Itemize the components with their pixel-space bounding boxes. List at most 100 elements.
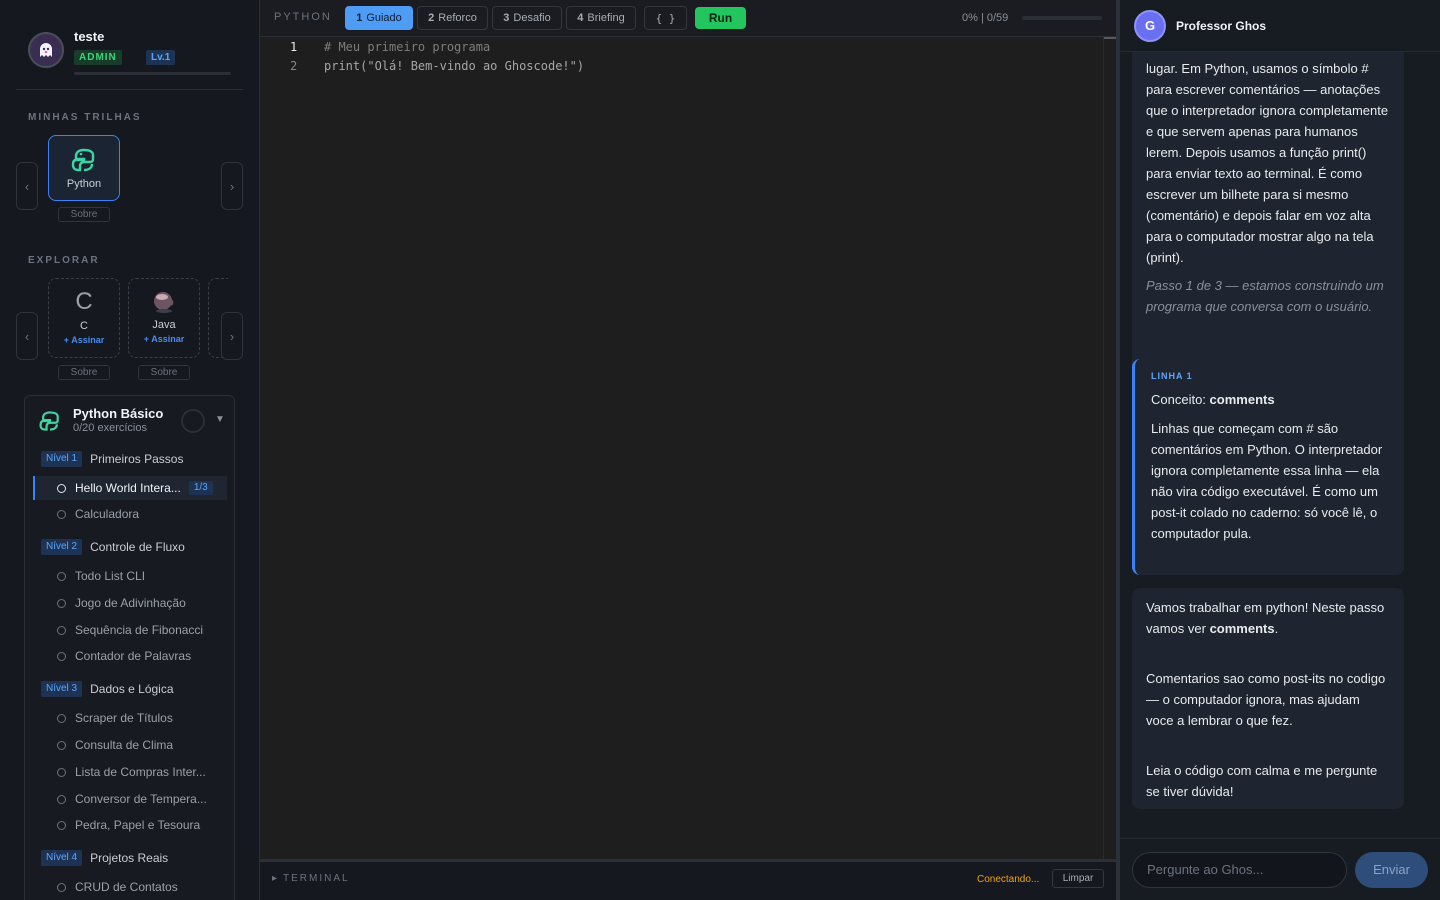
chevron-left-icon: ‹ [24,178,30,194]
editor-toolbar: PYTHON 1 Guiado 2 Reforco 3 Desafio 4 Briefi… [260,0,1116,37]
status-circle-icon [57,767,66,777]
status-circle-icon [57,571,66,581]
chevron-right-icon: › [229,328,235,344]
about-button[interactable]: Sobre [58,365,110,380]
level-name: Dados e Lógica [90,682,174,696]
level-name: Controle de Fluxo [90,540,185,554]
tab-number: 2 [428,12,435,24]
tab-number: 3 [503,12,510,24]
run-button[interactable]: Run [695,7,746,29]
python-track-icon [71,148,95,172]
explore-prev-button[interactable]: ‹ [16,312,38,360]
exercise-label: Pedra, Papel e Tesoura [75,818,201,832]
my-tracks-prev-button[interactable]: ‹ [16,162,38,210]
exercise-item[interactable]: Pedra, Papel e Tesoura [33,813,227,837]
track-card-python[interactable]: Python [48,135,120,201]
level-header[interactable]: Nível 4 Projetos Reais [41,850,168,866]
exercise-label: Conversor de Tempera... [75,792,207,806]
status-circle-icon [57,625,66,635]
exercise-count: 1/3 [188,481,213,495]
chat-messages[interactable]: lugar. Em Python, usamos o símbolo # par… [1120,52,1440,838]
tab-desafio[interactable]: 3 Desafio [492,6,562,30]
exercise-label: Scraper de Títulos [75,711,173,725]
exercise-item[interactable]: Conversor de Tempera... [33,787,227,811]
level-header[interactable]: Nível 2 Controle de Fluxo [41,539,185,555]
tab-briefing[interactable]: 4 Briefing [566,6,636,30]
code-editor[interactable]: 1 2 # Meu primeiro programa print("Olá! … [260,37,1116,859]
format-button[interactable]: { } [644,6,687,30]
exercise-item[interactable]: Todo List CLI [33,564,227,588]
exercise-item[interactable]: Consulta de Clima [33,733,227,757]
concept-card: LINHA 1 Conceito: comments Linhas que co… [1132,359,1404,575]
status-circle-icon [57,794,66,804]
ghost-avatar-icon [28,32,64,68]
collapse-caret-icon[interactable]: ▼ [215,414,225,425]
exercise-item[interactable]: Calculadora [33,502,227,526]
tab-reforco[interactable]: 2 Reforco [417,6,488,30]
tab-number: 4 [577,12,584,24]
line-number: 2 [290,59,298,73]
sidebar: teste ADMIN Lv.1 MINHAS TRILHAS ‹ Python… [0,0,260,900]
language-label: PYTHON [274,11,332,23]
send-button[interactable]: Enviar [1355,852,1428,888]
ghos-avatar: G [1134,10,1166,42]
status-circle-icon [57,509,66,519]
exercise-item[interactable]: Sequência de Fibonacci [33,618,227,642]
about-button[interactable]: Sobre [138,365,190,380]
line-number: 1 [290,40,298,54]
exercise-label: Sequência de Fibonacci [75,623,204,637]
xp-bar [74,72,231,75]
scrollbar-thumb[interactable] [1104,37,1116,39]
clear-button[interactable]: Limpar [1052,869,1104,888]
my-tracks-title: MINHAS TRILHAS [28,112,142,123]
editor-scrollbar[interactable] [1103,37,1116,859]
chat-composer: Pergunte ao Ghos... Enviar [1120,838,1440,900]
exercise-label: Consulta de Clima [75,738,174,752]
exercise-item[interactable]: Contador de Palavras [33,644,227,668]
chevron-right-icon: › [229,178,235,194]
concept-title: Conceito: comments [1151,392,1275,407]
exercise-item[interactable]: Jogo de Adivinhação [33,591,227,615]
terminal-status: Conectando... [977,874,1040,885]
status-circle-icon [57,651,66,661]
status-circle-icon [57,882,66,892]
subscribe-button[interactable]: + Assinar [144,334,184,344]
tab-label: Guiado [366,12,402,24]
track-card-java[interactable]: Java + Assinar [128,278,200,358]
exercise-item[interactable]: Hello World Intera... 1/3 [33,476,227,500]
tab-guiado[interactable]: 1 Guiado [345,6,413,30]
exercise-label: Contador de Palavras [75,649,192,663]
level-name: Projetos Reais [90,851,169,865]
exercise-item[interactable]: Scraper de Títulos [33,706,227,730]
status-circle-icon [57,820,66,830]
subscribe-button[interactable]: + Assinar [64,335,104,345]
terminal-bar[interactable]: ▸ TERMINAL Conectando... Limpar [260,859,1116,900]
app: teste ADMIN Lv.1 MINHAS TRILHAS ‹ Python… [0,0,1440,900]
track-name: C [80,320,88,332]
exercise-label: Hello World Intera... [75,481,181,495]
level-header[interactable]: Nível 1 Primeiros Passos [41,451,183,467]
my-tracks-next-button[interactable]: › [221,162,243,210]
explore-next-button[interactable]: › [221,312,243,360]
message-paragraph: Leia o código com calma e me pergunte se… [1146,763,1378,799]
exercise-item[interactable]: CRUD de Contatos [33,875,227,899]
exercise-label: Lista de Compras Inter... [75,765,206,779]
code-line[interactable]: # Meu primeiro programa [324,40,490,54]
level-badge: Nível 1 [41,451,83,467]
exercise-label: CRUD de Contatos [75,880,178,894]
status-circle-icon [57,740,66,750]
user-profile[interactable]: teste ADMIN Lv.1 [16,26,243,90]
about-button[interactable]: Sobre [58,207,110,222]
user-name: teste [74,29,105,44]
tab-label: Reforco [438,12,477,24]
concept-body: Linhas que começam com # são comentários… [1151,421,1383,541]
message-paragraph: Vamos trabalhar em python! Neste passo v… [1146,600,1385,636]
coffee-cup-icon [154,292,174,313]
code-line[interactable]: print("Olá! Bem-vindo ao Ghoscode!") [324,59,584,73]
track-card-c[interactable]: C C + Assinar [48,278,120,358]
c-letter-icon: C [75,288,93,315]
chat-input[interactable]: Pergunte ao Ghos... [1132,852,1347,888]
level-header[interactable]: Nível 3 Dados e Lógica [41,681,174,697]
course-title[interactable]: Python Básico [73,406,163,421]
exercise-item[interactable]: Lista de Compras Inter... [33,760,227,784]
